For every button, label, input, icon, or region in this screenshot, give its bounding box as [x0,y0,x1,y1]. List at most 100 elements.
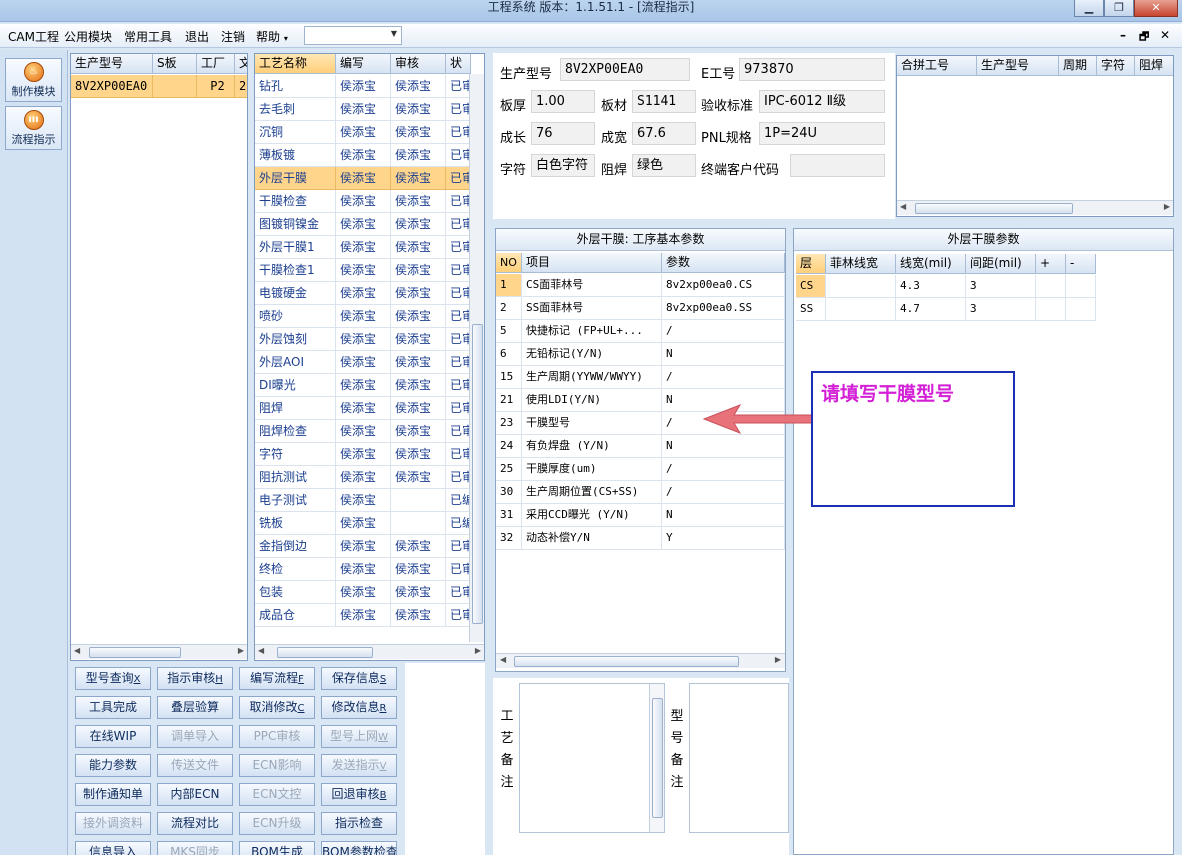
table-row[interactable]: DI曝光侯添宝侯添宝已审 [255,374,471,397]
table-row[interactable]: 外层AOI侯添宝侯添宝已审 [255,351,471,374]
toolbar-make-module[interactable]: ♨ 制作模块 [5,58,62,102]
scroll-thumb[interactable] [652,698,663,818]
action-button-6[interactable]: 取消修改C [239,696,315,719]
scroll-right-icon[interactable]: ▶ [238,646,244,655]
table-row[interactable]: 32 动态补偿Y/N Y [496,527,785,550]
table-row[interactable]: 阻焊侯添宝侯添宝已审 [255,397,471,420]
action-button-14[interactable]: ECN影响 [239,754,315,777]
table-row[interactable]: 终检侯添宝侯添宝已审 [255,558,471,581]
film-header-minus[interactable]: - [1066,254,1096,274]
combine-hscroll[interactable]: ◀ ▶ [897,200,1173,215]
char-field[interactable]: 白色字符 [531,154,595,177]
table-row[interactable]: 铣板侯添宝 已编 [255,512,471,535]
menu-common-tools[interactable]: 常用工具 [124,28,172,45]
scroll-thumb[interactable] [472,324,483,624]
scroll-left-icon[interactable]: ◀ [258,646,264,655]
menu-combo[interactable]: ▼ [304,26,402,45]
action-button-0[interactable]: 型号查询X [75,667,151,690]
mdi-minimize-button[interactable]: – [1120,28,1126,42]
mask-field[interactable]: 绿色 [632,154,696,177]
action-button-19[interactable]: 回退审核B [321,783,397,806]
table-row[interactable]: 图镀铜镍金侯添宝侯添宝已审 [255,213,471,236]
film-header-width[interactable]: 线宽(mil) [896,254,966,274]
table-row[interactable]: 24 有负焊盘 (Y/N) N [496,435,785,458]
film-header-spacing[interactable]: 间距(mil) [966,254,1036,274]
process-header-name[interactable]: 工艺名称 [255,54,336,74]
table-row[interactable]: 字符侯添宝侯添宝已审 [255,443,471,466]
action-button-27[interactable]: BOM参数检查 [321,841,397,855]
table-row[interactable]: 电子测试侯添宝 已编 [255,489,471,512]
table-row[interactable]: 外层蚀刻侯添宝侯添宝已审 [255,328,471,351]
process-header-writer[interactable]: 编写 [336,54,391,74]
pnl-field[interactable]: 1P=24U [759,122,885,145]
mdi-close-button[interactable]: ✕ [1160,28,1170,42]
table-row[interactable]: 阻抗测试侯添宝侯添宝已审 [255,466,471,489]
action-button-9[interactable]: 调单导入 [157,725,233,748]
action-button-26[interactable]: BOM生成 [239,841,315,855]
table-row[interactable]: 6 无铅标记(Y/N) N [496,343,785,366]
maximize-button[interactable]: ❐ [1104,0,1134,17]
material-field[interactable]: S1141 [632,90,696,113]
scroll-right-icon[interactable]: ▶ [475,646,481,655]
action-button-12[interactable]: 能力参数 [75,754,151,777]
process-header-status[interactable]: 状 [446,54,471,74]
action-button-5[interactable]: 叠层验算 [157,696,233,719]
table-row[interactable]: 外层干膜侯添宝侯添宝已审 [255,167,471,190]
table-row[interactable]: 沉铜侯添宝侯添宝已审 [255,121,471,144]
params-header-item[interactable]: 项目 [522,253,662,273]
action-button-17[interactable]: 内部ECN [157,783,233,806]
scroll-left-icon[interactable]: ◀ [74,646,80,655]
customer-field[interactable] [790,154,885,177]
table-row[interactable]: 金指倒边侯添宝侯添宝已审 [255,535,471,558]
model-list-header-factory[interactable]: 工厂 [197,54,235,74]
combine-header-mask[interactable]: 阻焊 [1135,56,1173,76]
table-row[interactable]: 喷砂侯添宝侯添宝已审 [255,305,471,328]
scroll-left-icon[interactable]: ◀ [500,655,506,664]
combine-header-model[interactable]: 生产型号 [977,56,1059,76]
scroll-thumb[interactable] [915,203,1073,214]
action-button-16[interactable]: 制作通知单 [75,783,151,806]
table-row[interactable]: 电镀硬金侯添宝侯添宝已审 [255,282,471,305]
length-field[interactable]: 76 [531,122,595,145]
combine-header-char[interactable]: 字符 [1097,56,1135,76]
table-row[interactable]: 外层干膜1侯添宝侯添宝已审 [255,236,471,259]
params-header-no[interactable]: NO [496,253,522,273]
film-header-layer[interactable]: 层 [796,254,826,274]
table-row[interactable]: 31 采用CCD曝光 (Y/N) N [496,504,785,527]
menu-cam[interactable]: CAM工程 [8,28,59,45]
menu-common-module[interactable]: 公用模块 [64,28,112,45]
action-button-20[interactable]: 接外调资料 [75,812,151,835]
combine-header-cycle[interactable]: 周期 [1059,56,1097,76]
table-row[interactable]: 1 CS面菲林号 8v2xp00ea0.CS [496,274,785,297]
action-button-15[interactable]: 发送指示V [321,754,397,777]
scroll-right-icon[interactable]: ▶ [1164,202,1170,211]
action-button-25[interactable]: MKS同步 [157,841,233,855]
action-button-22[interactable]: ECN升级 [239,812,315,835]
table-row[interactable]: 阻焊检查侯添宝侯添宝已审 [255,420,471,443]
e-field[interactable]: 973870 [739,58,885,81]
table-row[interactable]: 25 干膜厚度(um) / [496,458,785,481]
model-field[interactable]: 8V2XP00EA0 [560,58,690,81]
menu-exit[interactable]: 退出 [185,28,209,45]
model-list-hscroll[interactable]: ◀ ▶ [71,644,247,659]
table-row[interactable]: CS 4.3 3 [796,275,1096,298]
table-row[interactable]: 30 生产周期位置(CS+SS) / [496,481,785,504]
table-row[interactable]: 薄板镀侯添宝侯添宝已审 [255,144,471,167]
action-button-24[interactable]: 信息导入 [75,841,151,855]
table-row[interactable]: 5 快捷标记 (FP+UL+... / [496,320,785,343]
action-button-8[interactable]: 在线WIP [75,725,151,748]
remark-vscroll[interactable] [649,684,664,832]
model-remark-textarea[interactable] [689,683,789,833]
table-row[interactable]: SS 4.7 3 [796,298,1096,321]
process-header-reviewer[interactable]: 审核 [391,54,446,74]
scroll-left-icon[interactable]: ◀ [900,202,906,211]
close-button[interactable]: ✕ [1134,0,1178,17]
action-button-4[interactable]: 工具完成 [75,696,151,719]
table-row[interactable]: 干膜检查侯添宝侯添宝已审 [255,190,471,213]
film-header-film-width[interactable]: 菲林线宽 [826,254,896,274]
table-row[interactable]: 去毛刺侯添宝侯添宝已审 [255,98,471,121]
table-row[interactable]: 15 生产周期(YYWW/WWYY) / [496,366,785,389]
film-header-plus[interactable]: + [1036,254,1066,274]
model-list-header-model[interactable]: 生产型号 [71,54,153,74]
process-list-hscroll[interactable]: ◀ ▶ [255,644,484,659]
